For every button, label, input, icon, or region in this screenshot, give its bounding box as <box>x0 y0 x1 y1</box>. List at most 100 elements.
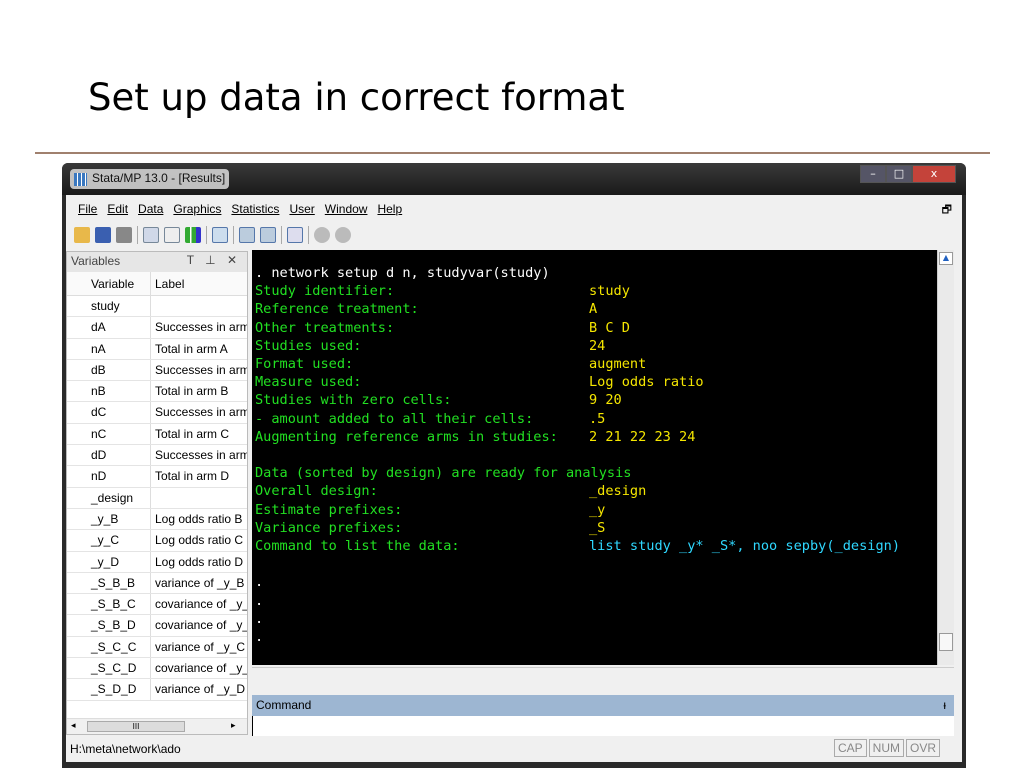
print-icon[interactable] <box>116 227 132 243</box>
results-scrollbar[interactable]: ▲ <box>937 250 954 665</box>
result-line: Reference treatment: A <box>255 300 937 318</box>
variables-panel: Variables T ⊥ ✕ Variable Label study dA Succ… <box>66 251 248 735</box>
variable-label: Total in arm C <box>155 426 230 441</box>
variables-manager-icon[interactable] <box>287 227 303 243</box>
result-value: 9 20 <box>589 392 622 409</box>
variable-name: nB <box>67 381 151 402</box>
variable-label: variance of _y_B <box>155 575 245 590</box>
log-icon[interactable] <box>143 227 159 243</box>
toolbar <box>74 223 351 247</box>
column-header-variable[interactable]: Variable <box>67 272 151 295</box>
data-editor-icon[interactable] <box>239 227 255 243</box>
close-button[interactable]: x <box>912 165 956 183</box>
menu-data[interactable]: Data <box>138 198 163 220</box>
menu-edit[interactable]: Edit <box>107 198 128 220</box>
menu-graphics[interactable]: Graphics <box>173 198 221 220</box>
variable-row[interactable]: _S_B_D covariance of _y_B _y_D <box>67 615 247 637</box>
variable-label <box>151 296 247 316</box>
variable-row[interactable]: study <box>67 296 247 318</box>
panel-controls[interactable]: T ⊥ ✕ <box>187 253 241 267</box>
open-icon[interactable] <box>74 227 90 243</box>
variable-row[interactable]: nB Total in arm B <box>67 381 247 403</box>
stata-window: Stata/MP 13.0 - [Results] – □ x File Edit… <box>62 163 966 768</box>
menu-file[interactable]: File <box>78 198 97 220</box>
result-line: Command to list the data: list study _y* … <box>255 537 937 555</box>
result-line: . <box>255 628 937 646</box>
variable-row[interactable]: _S_B_B variance of _y_B <box>67 572 247 595</box>
horizontal-scrollbar[interactable]: ◂ III ▸ <box>67 718 247 734</box>
result-label: - amount added to all their cells: <box>255 410 534 427</box>
variable-row[interactable]: _S_B_C covariance of _y_B _y_C <box>67 594 247 616</box>
ready-message: Data (sorted by design) are ready for an… <box>255 465 632 482</box>
result-label: Reference treatment: <box>255 301 419 318</box>
variable-row[interactable]: _y_C Log odds ratio C <box>67 530 247 552</box>
do-file-editor-icon[interactable] <box>212 227 228 243</box>
prompt-dot: . <box>255 629 264 646</box>
variable-row[interactable]: nC Total in arm C <box>67 423 247 446</box>
result-value: _S <box>589 519 606 536</box>
variable-label: covariance of _y_B _y_C <box>155 597 247 612</box>
column-header-label[interactable]: Label <box>151 272 247 295</box>
variable-row[interactable]: _design <box>67 487 247 509</box>
variable-row[interactable]: _S_D_D variance of _y_D <box>67 679 247 701</box>
list-command-link[interactable]: list study _y* _S*, noo sepby(_design) <box>589 538 900 554</box>
result-label: Studies with zero cells: <box>255 392 452 409</box>
result-line: Study identifier: study <box>255 282 937 300</box>
break-icon[interactable] <box>335 227 351 243</box>
minimize-button[interactable]: – <box>860 165 886 183</box>
result-line: Data (sorted by design) are ready for an… <box>255 464 937 482</box>
variable-row[interactable]: dD Successes in arm D <box>67 445 247 467</box>
save-icon[interactable] <box>95 227 111 243</box>
divider <box>35 152 990 154</box>
variable-label: Total in arm A <box>155 341 228 356</box>
result-value: A <box>589 301 598 318</box>
slide-title: Set up data in correct format <box>88 76 625 119</box>
variable-row[interactable]: dC Successes in arm C <box>67 402 247 424</box>
menu-help[interactable]: Help <box>377 198 402 220</box>
result-label: Command to list the data: <box>255 538 460 555</box>
result-line <box>255 555 937 573</box>
result-value: .5 <box>589 410 606 427</box>
result-line: . <box>255 573 937 591</box>
graph-icon[interactable] <box>185 227 201 243</box>
result-value: B C D <box>589 319 630 336</box>
variable-row[interactable]: nD Total in arm D <box>67 466 247 488</box>
variable-name: nA <box>67 338 151 359</box>
viewer-icon[interactable] <box>164 227 180 243</box>
variable-label: covariance of _y_C _y_D <box>155 661 247 676</box>
scroll-thumb[interactable] <box>939 633 953 651</box>
results-window: . network setup d n, studyvar(study) Stud… <box>252 250 937 665</box>
result-line: Studies with zero cells: 9 20 <box>255 391 937 409</box>
menu-bar: File Edit Data Graphics Statistics User Window… <box>66 198 962 220</box>
variable-row[interactable]: _S_C_C variance of _y_C <box>67 636 247 659</box>
variable-label: Total in arm D <box>155 469 230 484</box>
results-status-strip <box>252 667 954 689</box>
result-line: . <box>255 592 937 610</box>
scroll-thumb[interactable]: III <box>87 721 185 732</box>
variable-row[interactable]: _S_C_D covariance of _y_C _y_D <box>67 658 247 680</box>
variable-name: dC <box>67 402 151 423</box>
variable-row[interactable]: dA Successes in arm A <box>67 317 247 339</box>
variable-name: dD <box>67 445 151 466</box>
command-input[interactable] <box>252 716 954 736</box>
data-browser-icon[interactable] <box>260 227 276 243</box>
more-icon[interactable] <box>314 227 330 243</box>
result-line: . <box>255 610 937 628</box>
restore-icon[interactable]: 🗗 <box>942 201 952 220</box>
variable-row[interactable]: _y_B Log odds ratio B <box>67 508 247 531</box>
scroll-up-icon[interactable]: ▲ <box>939 252 953 265</box>
variable-name: dB <box>67 359 151 381</box>
variable-label: variance of _y_D <box>155 682 246 697</box>
variable-row[interactable]: dB Successes in arm B <box>67 359 247 382</box>
variable-name: dA <box>67 317 151 338</box>
variable-name: _S_D_D <box>67 679 151 700</box>
maximize-button[interactable]: □ <box>886 165 912 183</box>
variable-row[interactable]: nA Total in arm A <box>67 338 247 360</box>
menu-window[interactable]: Window <box>325 198 368 220</box>
variable-name: _S_C_D <box>67 658 151 679</box>
variable-row[interactable]: _y_D Log odds ratio D <box>67 551 247 573</box>
menu-user[interactable]: User <box>289 198 314 220</box>
menu-statistics[interactable]: Statistics <box>231 198 279 220</box>
ovr-indicator: OVR <box>905 739 940 757</box>
pin-icon[interactable]: ᵻ <box>943 698 946 712</box>
